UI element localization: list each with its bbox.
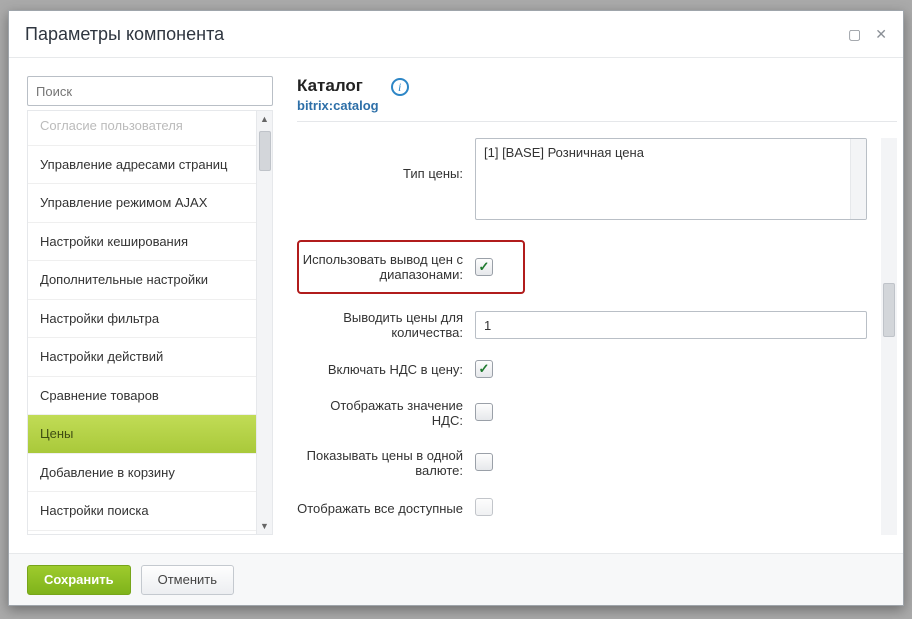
dialog: Параметры компонента ▢ ✕ Согласие пользо… xyxy=(8,10,904,606)
label-show-all-available: Отображать все доступные xyxy=(297,501,475,516)
scroll-thumb[interactable] xyxy=(259,131,271,171)
sidebar-item-prices[interactable]: Цены xyxy=(28,415,256,454)
search-box[interactable] xyxy=(27,76,273,106)
label-price-type: Тип цены: xyxy=(297,138,475,181)
form-area: Тип цены: [1] [BASE] Розничная цена Испо… xyxy=(297,138,897,535)
save-button[interactable]: Сохранить xyxy=(27,565,131,595)
label-vat-show: Отображать значение НДС: xyxy=(297,398,475,428)
label-price-ranges: Использовать вывод цен с диапазонами: xyxy=(299,252,475,282)
sidebar-list: Согласие пользователя Управление адресам… xyxy=(28,111,256,534)
field-vat-show: Отображать значение НДС: xyxy=(297,398,867,428)
sidebar-scrollbar[interactable]: ▲ ▼ xyxy=(256,111,272,534)
dialog-body: Согласие пользователя Управление адресам… xyxy=(9,58,903,553)
main-scrollbar[interactable] xyxy=(881,138,897,535)
scroll-down-icon[interactable]: ▼ xyxy=(257,518,272,534)
sidebar: Согласие пользователя Управление адресам… xyxy=(27,76,273,535)
sidebar-item[interactable]: Настройки кеширования xyxy=(28,223,256,262)
form-scroll: Тип цены: [1] [BASE] Розничная цена Испо… xyxy=(297,138,881,535)
info-icon[interactable]: i xyxy=(391,78,409,96)
sidebar-item[interactable]: Добавление в корзину xyxy=(28,454,256,493)
sidebar-list-wrap: Согласие пользователя Управление адресам… xyxy=(27,110,273,535)
footer: Сохранить Отменить xyxy=(9,553,903,605)
label-single-currency: Показывать цены в одной валюте: xyxy=(297,448,475,478)
sidebar-item[interactable]: Управление режимом AJAX xyxy=(28,184,256,223)
window-controls: ▢ ✕ xyxy=(848,27,887,41)
main-header: Каталог bitrix:catalog i xyxy=(297,76,897,122)
sidebar-item[interactable]: Настройки поиска xyxy=(28,492,256,531)
select-scrollbar[interactable] xyxy=(850,139,866,219)
field-show-all-available: Отображать все доступные xyxy=(297,498,867,519)
cancel-button[interactable]: Отменить xyxy=(141,565,234,595)
checkbox-price-ranges[interactable] xyxy=(475,258,493,276)
field-price-ranges: Использовать вывод цен с диапазонами: xyxy=(297,240,525,294)
sidebar-item[interactable]: Согласие пользователя xyxy=(28,117,256,146)
scroll-up-icon[interactable]: ▲ xyxy=(257,111,272,127)
checkbox-vat-include[interactable] xyxy=(475,360,493,378)
field-price-type: Тип цены: [1] [BASE] Розничная цена xyxy=(297,138,867,220)
input-qty-output[interactable] xyxy=(475,311,867,339)
maximize-icon[interactable]: ▢ xyxy=(848,27,861,41)
close-icon[interactable]: ✕ xyxy=(875,27,887,41)
label-vat-include: Включать НДС в цену: xyxy=(297,362,475,377)
label-qty-output: Выводить цены для количества: xyxy=(297,310,475,340)
checkbox-show-all-available[interactable] xyxy=(475,498,493,516)
sidebar-item[interactable]: Настройки фильтра xyxy=(28,300,256,339)
titlebar: Параметры компонента ▢ ✕ xyxy=(9,11,903,58)
sidebar-item[interactable]: Настройки ТОР'а xyxy=(28,531,256,534)
main-scroll-thumb[interactable] xyxy=(883,283,895,337)
sidebar-item[interactable]: Сравнение товаров xyxy=(28,377,256,416)
checkbox-vat-show[interactable] xyxy=(475,403,493,421)
sidebar-item[interactable]: Настройки действий xyxy=(28,338,256,377)
search-input[interactable] xyxy=(36,84,264,99)
select-option[interactable]: [1] [BASE] Розничная цена xyxy=(476,139,866,166)
field-qty-output: Выводить цены для количества: xyxy=(297,310,867,340)
sidebar-item[interactable]: Управление адресами страниц xyxy=(28,146,256,185)
field-single-currency: Показывать цены в одной валюте: xyxy=(297,448,867,478)
field-vat-include: Включать НДС в цену: xyxy=(297,360,867,378)
dialog-title: Параметры компонента xyxy=(25,24,224,45)
component-code: bitrix:catalog xyxy=(297,98,379,113)
component-title: Каталог xyxy=(297,76,379,96)
main-panel: Каталог bitrix:catalog i Тип цены: [1] [… xyxy=(273,76,903,535)
heading-block: Каталог bitrix:catalog xyxy=(297,76,379,113)
checkbox-single-currency[interactable] xyxy=(475,453,493,471)
sidebar-item[interactable]: Дополнительные настройки xyxy=(28,261,256,300)
price-type-select[interactable]: [1] [BASE] Розничная цена xyxy=(475,138,867,220)
